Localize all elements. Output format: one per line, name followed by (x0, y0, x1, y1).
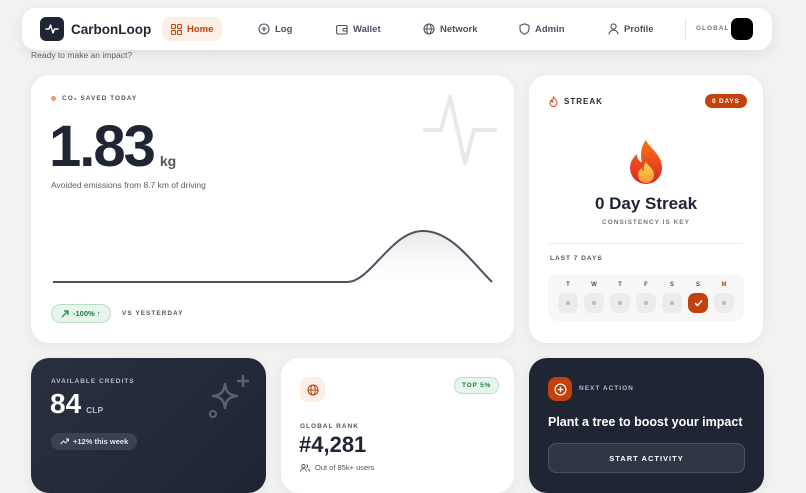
top-nav: CarbonLoop Home Log Wallet Network Admin… (22, 8, 772, 50)
day-letter: F (644, 282, 648, 288)
day-slot[interactable]: F (635, 282, 657, 313)
credits-card: AVAILABLE CREDITS 84 CLP +12% this week (31, 358, 266, 493)
day-slot[interactable]: T (609, 282, 631, 313)
wallet-icon (336, 24, 348, 35)
nav-wallet-label: Wallet (353, 23, 381, 35)
plus-circle-icon (258, 23, 270, 35)
greeting-text: Ready to make an impact? (31, 50, 133, 60)
day-slot[interactable]: W (583, 282, 605, 313)
nav-network-label: Network (440, 23, 478, 35)
week-tracker: T W T F S S M (548, 274, 744, 321)
streak-title: 0 Day Streak (594, 194, 698, 213)
nav-admin-label: Admin (535, 23, 565, 35)
next-action-icon-box (548, 377, 572, 401)
trend-arrow-icon (61, 309, 69, 317)
streak-subtitle: CONSISTENCY IS KEY (602, 219, 690, 226)
day-check (714, 293, 734, 313)
day-check (662, 293, 682, 313)
nav-log[interactable]: Log (249, 17, 301, 41)
day-letter: T (566, 282, 570, 288)
scope-label[interactable]: GLOBAL (696, 25, 729, 32)
rank-sub: Out of 85k+ users (315, 463, 375, 472)
day-letter: S (695, 282, 700, 288)
credits-change-value: +12% this week (73, 437, 129, 446)
co2-header: CO₂ SAVED TODAY (51, 95, 137, 102)
co2-value-row: 1.83 kg (49, 113, 176, 180)
co2-value: 1.83 (49, 114, 156, 179)
credits-label: AVAILABLE CREDITS (51, 378, 135, 385)
nav-wallet[interactable]: Wallet (327, 17, 390, 41)
status-dot (51, 96, 56, 101)
streak-card: STREAK 0 DAYS 0 Day Streak CONSISTENCY I… (529, 75, 763, 343)
nav-log-label: Log (275, 23, 293, 35)
co2-change-value: -100% ↑ (73, 309, 101, 318)
co2-description: Avoided emissions from 8.7 km of driving (51, 180, 206, 190)
logo-icon[interactable] (40, 17, 64, 41)
next-action-card: NEXT ACTION Plant a tree to boost your i… (529, 358, 764, 493)
day-slot[interactable]: S (661, 282, 683, 313)
co2-trend-chart (53, 229, 493, 293)
flame-outline-icon (549, 96, 558, 107)
credits-value-row: 84 CLP (50, 388, 103, 420)
day-letter: S (669, 282, 674, 288)
credits-value: 84 (50, 388, 82, 419)
co2-unit: kg (159, 153, 177, 169)
grid-icon (171, 23, 182, 35)
rank-sub-row: Out of 85k+ users (300, 463, 374, 472)
users-icon (300, 463, 310, 472)
flame-icon (630, 140, 662, 184)
week-label: LAST 7 DAYS (550, 255, 603, 262)
day-letter: T (618, 282, 622, 288)
plus-circle-icon (553, 382, 567, 396)
user-icon (608, 23, 619, 35)
day-check (688, 293, 708, 313)
next-action-title: Plant a tree to boost your impact (548, 415, 743, 429)
next-action-label: NEXT ACTION (579, 385, 634, 392)
nav-profile-label: Profile (624, 23, 654, 35)
co2-card: CO₂ SAVED TODAY 1.83 kg Avoided emission… (31, 75, 514, 343)
rank-value: #4,281 (299, 432, 367, 457)
app-logo-text: CarbonLoop (71, 21, 152, 37)
nav-profile[interactable]: Profile (599, 17, 663, 41)
credits-unit: CLP (86, 405, 104, 415)
co2-change-suffix: VS YESTERDAY (122, 310, 184, 317)
streak-label: STREAK (564, 97, 603, 106)
nav-network[interactable]: Network (414, 17, 486, 41)
globe-icon (306, 383, 319, 396)
day-check (610, 293, 630, 313)
day-slot[interactable]: M (713, 282, 735, 313)
nav-home-label: Home (187, 23, 214, 35)
globe-icon (423, 23, 435, 35)
sparkle-icon (209, 374, 250, 418)
day-check (584, 293, 604, 313)
nav-divider (685, 18, 686, 40)
credits-change-badge: +12% this week (51, 433, 138, 450)
day-slot[interactable]: T (557, 282, 579, 313)
rank-icon-box (300, 377, 325, 402)
shield-icon (519, 23, 530, 35)
streak-days-badge: 0 DAYS (705, 94, 747, 108)
nav-home[interactable]: Home (162, 17, 223, 41)
streak-header: STREAK (549, 96, 603, 107)
co2-label: CO₂ SAVED TODAY (62, 95, 138, 102)
day-letter: M (721, 282, 727, 288)
day-slot[interactable]: S (687, 282, 709, 313)
check-icon (693, 299, 703, 307)
trend-up-icon (60, 438, 69, 445)
nav-admin[interactable]: Admin (510, 17, 574, 41)
rank-top-badge: TOP 5% (454, 377, 500, 394)
day-check (558, 293, 578, 313)
activity-icon (423, 95, 497, 165)
rank-label: GLOBAL RANK (300, 423, 359, 430)
day-letter: W (591, 282, 597, 288)
co2-change-badge: -100% ↑ (51, 304, 111, 323)
rank-card: TOP 5% GLOBAL RANK #4,281 Out of 85k+ us… (281, 358, 514, 493)
day-check (636, 293, 656, 313)
streak-divider (549, 243, 743, 244)
start-activity-button[interactable]: START ACTIVITY (548, 443, 745, 473)
avatar[interactable] (731, 18, 753, 40)
